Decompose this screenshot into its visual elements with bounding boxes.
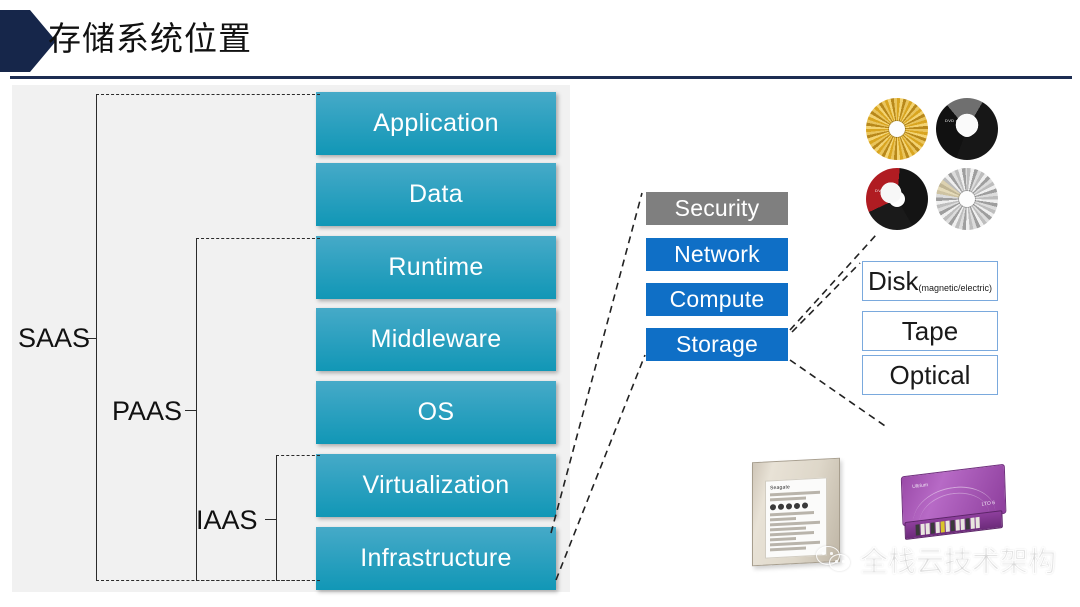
bracket-iaas-spine (276, 455, 277, 581)
infra-box-security[interactable]: Security (646, 192, 788, 225)
media-box-disk[interactable]: Disk (magnetic/electric) (862, 261, 998, 301)
layer-box-infrastructure[interactable]: Infrastructure (316, 527, 556, 590)
wechat-icon (816, 546, 852, 574)
tape-brand-text: Ultrium (912, 482, 929, 491)
layer-box-middleware[interactable]: Middleware (316, 308, 556, 371)
disc-hole (889, 191, 905, 207)
bracket-paas-tick (185, 410, 197, 411)
header-divider (10, 76, 1072, 79)
disc-silver-icon (936, 168, 998, 230)
disc-red-label: DVD disk (875, 188, 895, 193)
bracket-saas-top-arm (96, 94, 320, 95)
bracket-label-paas: PAAS (112, 396, 183, 426)
bracket-iaas-bottom-arm (276, 580, 320, 581)
lto-tape-image: Ultrium LTO 6 (900, 463, 1007, 548)
disc-black-icon: DVD disk (936, 98, 998, 160)
disc-hole (959, 191, 975, 207)
disc-hole (889, 121, 905, 137)
layer-box-data[interactable]: Data (316, 163, 556, 226)
layer-box-runtime[interactable]: Runtime (316, 236, 556, 299)
media-box-tape[interactable]: Tape (862, 311, 998, 351)
optical-discs-image: DVD disk DVD disk (866, 98, 998, 230)
bracket-iaas (265, 455, 320, 581)
bracket-iaas-tick (265, 519, 277, 520)
disc-red-icon: DVD disk (866, 168, 928, 230)
layer-box-application[interactable]: Application (316, 92, 556, 155)
page-title: 存储系统位置 (48, 20, 252, 57)
infra-box-network[interactable]: Network (646, 238, 788, 271)
media-box-disk-label: Disk (867, 265, 919, 296)
bracket-label-saas: SAAS (18, 323, 91, 353)
bracket-paas-top-arm (196, 238, 320, 239)
slide-root: 存储系统位置 Application Data Runtime Middlewa… (0, 0, 1080, 607)
watermark: 全栈云技术架构 (816, 540, 1057, 580)
disc-gold-icon (866, 98, 928, 160)
media-box-disk-sublabel: (magnetic/electric) (918, 283, 993, 293)
disc-black-label: DVD disk (945, 118, 965, 123)
watermark-text: 全栈云技术架构 (859, 546, 1057, 578)
bracket-iaas-top-arm (276, 455, 320, 456)
layer-box-virtualization[interactable]: Virtualization (316, 454, 556, 517)
bracket-label-iaas: IAAS (196, 505, 258, 535)
infra-box-storage[interactable]: Storage (646, 328, 788, 361)
disc-hole (959, 121, 975, 137)
media-box-optical[interactable]: Optical (862, 355, 998, 395)
layer-box-os[interactable]: OS (316, 381, 556, 444)
infra-box-compute[interactable]: Compute (646, 283, 788, 316)
